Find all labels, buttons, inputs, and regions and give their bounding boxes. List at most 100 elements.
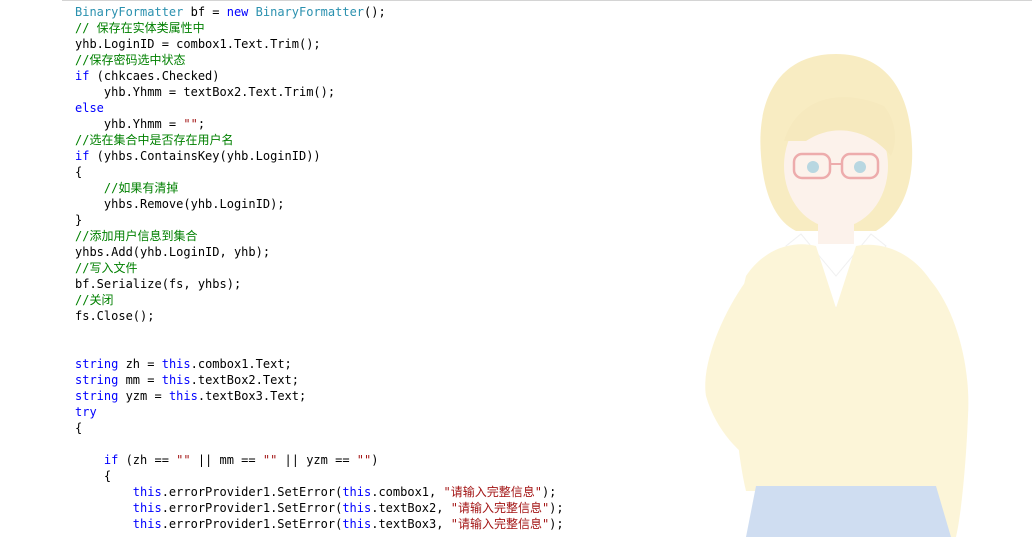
code-line[interactable]: bf.Serialize(fs, yhbs); [75, 276, 564, 292]
anime-character-background-image [705, 54, 969, 537]
code-token: (chkcaes.Checked) [89, 69, 220, 83]
code-token: .textBox2, [371, 501, 451, 515]
code-token: //选在集合中是否存在用户名 [75, 133, 234, 147]
code-token: .textBox3.Text; [197, 389, 307, 403]
code-token: else [75, 101, 104, 115]
code-line[interactable]: yhbs.Add(yhb.LoginID, yhb); [75, 244, 564, 260]
code-token: bf.Serialize(fs, yhbs); [75, 277, 242, 291]
code-token: .errorProvider1.SetError( [161, 517, 343, 531]
code-token: //如果有清掉 [103, 181, 179, 195]
code-line[interactable]: this.errorProvider1.SetError(this.textBo… [75, 516, 564, 532]
code-token: "" [262, 453, 278, 467]
code-line[interactable]: this.errorProvider1.SetError(this.textBo… [75, 500, 564, 516]
code-token: ; [197, 117, 206, 131]
code-token: || yzm == [277, 453, 357, 467]
code-line[interactable]: if (yhbs.ContainsKey(yhb.LoginID)) [75, 148, 564, 164]
code-line[interactable]: string yzm = this.textBox3.Text; [75, 388, 564, 404]
code-token: yhb.Yhmm = textBox2.Text.Trim(); [75, 85, 336, 99]
code-line[interactable]: string zh = this.combox1.Text; [75, 356, 564, 372]
code-line[interactable] [75, 340, 564, 356]
code-token: string [75, 373, 119, 387]
code-lines[interactable]: BinaryFormatter bf = new BinaryFormatter… [75, 4, 564, 532]
code-token: fs.Close(); [75, 309, 155, 323]
code-token: { [75, 421, 83, 435]
code-token: yhbs.Add(yhb.LoginID, yhb); [75, 245, 271, 259]
code-token: this [168, 389, 198, 403]
code-token: bf = [183, 5, 227, 19]
code-token: yzm = [118, 389, 169, 403]
code-token: this [342, 485, 372, 499]
code-token: this [132, 517, 162, 531]
code-token: ); [549, 517, 564, 531]
code-token: .combox1.Text; [190, 357, 292, 371]
code-editor[interactable]: BinaryFormatter bf = new BinaryFormatter… [0, 0, 1032, 537]
code-token: new [226, 5, 249, 19]
editor-top-border [62, 0, 1032, 3]
code-line[interactable]: { [75, 468, 564, 484]
code-line[interactable] [75, 436, 564, 452]
code-token: this [342, 501, 372, 515]
code-token: "请输入完整信息" [450, 517, 550, 531]
code-token: //关闭 [75, 293, 114, 307]
code-token: this [161, 373, 191, 387]
code-token: yhbs.Remove(yhb.LoginID); [75, 197, 285, 211]
code-line[interactable]: BinaryFormatter bf = new BinaryFormatter… [75, 4, 564, 20]
code-token: if [75, 149, 90, 163]
code-line[interactable]: } [75, 212, 564, 228]
code-line[interactable]: yhb.LoginID = combox1.Text.Trim(); [75, 36, 564, 52]
code-line[interactable]: this.errorProvider1.SetError(this.combox… [75, 484, 564, 500]
code-line[interactable]: //写入文件 [75, 260, 564, 276]
code-token: "请输入完整信息" [443, 485, 542, 499]
code-token: if [103, 453, 119, 467]
code-line[interactable]: //保存密码选中状态 [75, 52, 564, 68]
code-line[interactable]: //如果有清掉 [75, 180, 564, 196]
code-token: //保存密码选中状态 [75, 53, 186, 67]
code-token: "" [356, 453, 372, 467]
code-line[interactable]: if (zh == "" || mm == "" || yzm == "") [75, 452, 564, 468]
code-line[interactable]: yhb.Yhmm = ""; [75, 116, 564, 132]
code-line[interactable]: string mm = this.textBox2.Text; [75, 372, 564, 388]
code-token: (yhbs.ContainsKey(yhb.LoginID)) [89, 149, 321, 163]
code-line[interactable]: if (chkcaes.Checked) [75, 68, 564, 84]
code-line[interactable]: // 保存在实体类属性中 [75, 20, 564, 36]
code-line[interactable]: //选在集合中是否存在用户名 [75, 132, 564, 148]
code-line[interactable]: yhbs.Remove(yhb.LoginID); [75, 196, 564, 212]
code-token: mm = [118, 373, 162, 387]
code-line[interactable]: yhb.Yhmm = textBox2.Text.Trim(); [75, 84, 564, 100]
code-line[interactable]: else [75, 100, 564, 116]
code-token: BinaryFormatter [75, 5, 184, 19]
code-token: yhb.Yhmm = [75, 117, 184, 131]
code-token: "" [183, 117, 198, 131]
code-token: (); [364, 5, 386, 19]
code-token: ); [541, 485, 557, 499]
code-token: yhb.LoginID = combox1.Text.Trim(); [75, 37, 321, 51]
code-line[interactable]: fs.Close(); [75, 308, 564, 324]
code-token: "" [176, 453, 191, 467]
code-token: try [75, 405, 97, 419]
code-token: .textBox2.Text; [190, 373, 299, 387]
code-token: this [161, 357, 191, 371]
code-token: // 保存在实体类属性中 [75, 21, 205, 35]
code-token: //添加用户信息到集合 [75, 229, 198, 243]
code-line[interactable]: { [75, 420, 564, 436]
code-token: } [75, 213, 83, 227]
code-token: { [75, 165, 83, 179]
code-token: { [75, 469, 112, 483]
code-line[interactable]: try [75, 404, 564, 420]
code-token: ) [371, 453, 379, 467]
code-line[interactable] [75, 324, 564, 340]
code-token: .combox1, [371, 485, 444, 499]
code-token: (zh == [118, 453, 177, 467]
code-token: this [132, 501, 162, 515]
code-line[interactable]: { [75, 164, 564, 180]
code-token: || mm == [190, 453, 263, 467]
code-line[interactable]: //关闭 [75, 292, 564, 308]
code-token: "请输入完整信息" [450, 501, 550, 515]
code-token: ); [549, 501, 564, 515]
code-line[interactable]: //添加用户信息到集合 [75, 228, 564, 244]
